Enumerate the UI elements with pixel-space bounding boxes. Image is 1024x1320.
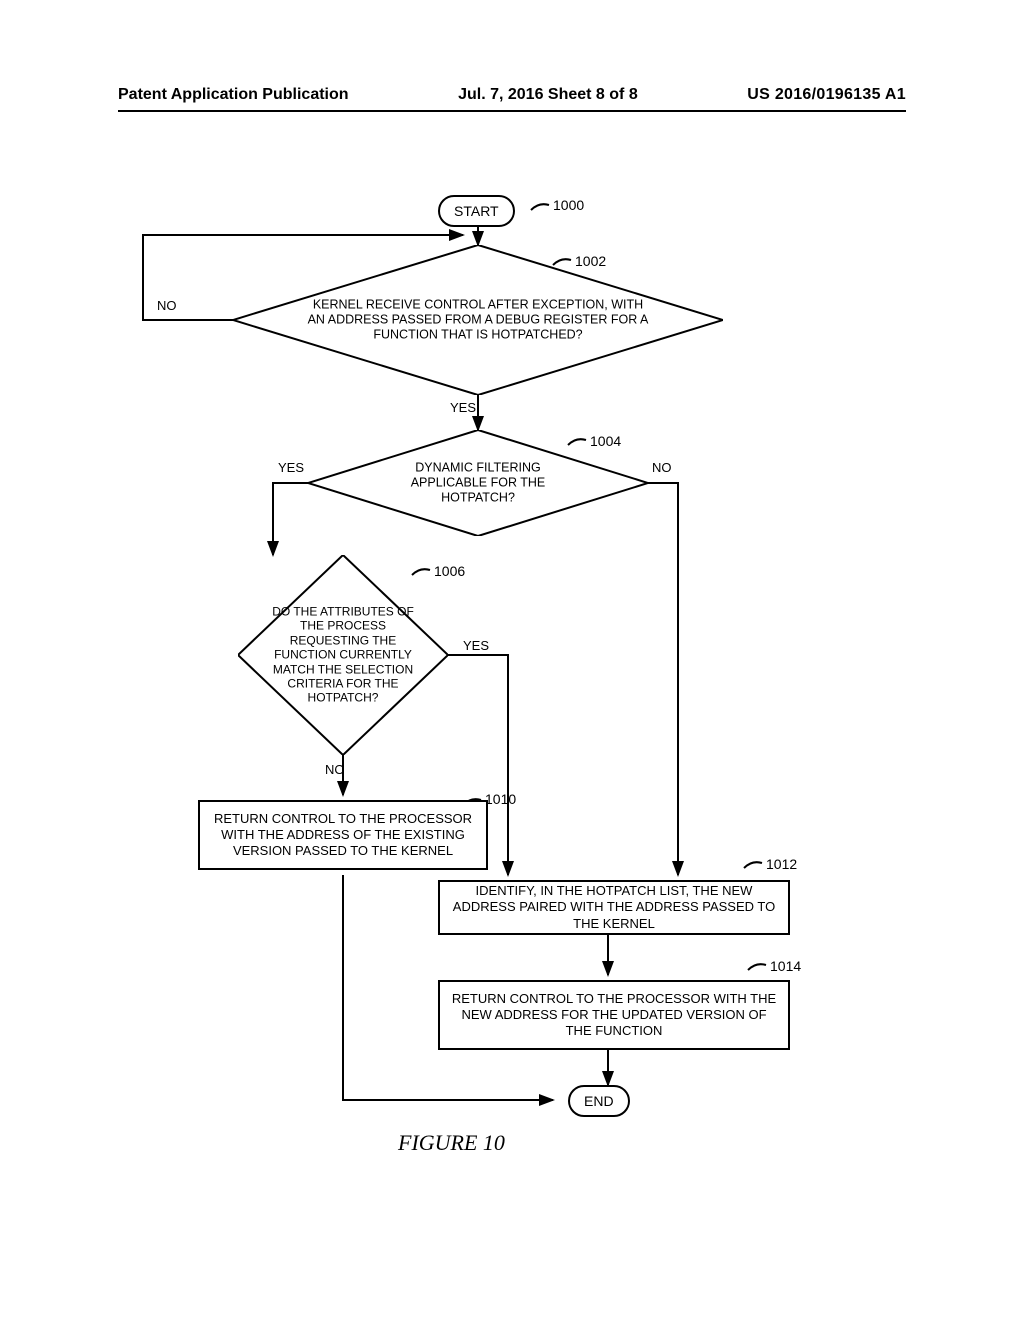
flowchart: START 1000 KERNEL RECEIVE CONTROL AFTER … (118, 180, 906, 1200)
branch-1002-no: NO (157, 298, 177, 313)
process-1014: RETURN CONTROL TO THE PROCESSOR WITH THE… (438, 980, 790, 1050)
decision-1002-text: KERNEL RECEIVE CONTROL AFTER EXCEPTION, … (307, 298, 650, 343)
header-left: Patent Application Publication (118, 86, 349, 104)
decision-1006-text: DO THE ATTRIBUTES OF THE PROCESS REQUEST… (261, 605, 425, 706)
ref-1004: 1004 (590, 433, 621, 449)
process-1010-text: RETURN CONTROL TO THE PROCESSOR WITH THE… (208, 811, 478, 860)
process-1014-text: RETURN CONTROL TO THE PROCESSOR WITH THE… (448, 991, 780, 1040)
process-1012: IDENTIFY, IN THE HOTPATCH LIST, THE NEW … (438, 880, 790, 935)
header-center: Jul. 7, 2016 Sheet 8 of 8 (458, 86, 638, 104)
process-1010: RETURN CONTROL TO THE PROCESSOR WITH THE… (198, 800, 488, 870)
ref-1010: 1010 (485, 791, 516, 807)
terminator-start: START (438, 195, 515, 227)
header-right: US 2016/0196135 A1 (747, 86, 906, 104)
branch-1004-yes: YES (278, 460, 304, 475)
branch-1006-no: NO (325, 762, 345, 777)
ref-1002: 1002 (575, 253, 606, 269)
process-1012-text: IDENTIFY, IN THE HOTPATCH LIST, THE NEW … (448, 883, 780, 932)
decision-1002: KERNEL RECEIVE CONTROL AFTER EXCEPTION, … (233, 245, 723, 395)
figure-caption: FIGURE 10 (398, 1130, 505, 1156)
terminator-end: END (568, 1085, 630, 1117)
ref-1006: 1006 (434, 563, 465, 579)
decision-1004-text: DYNAMIC FILTERING APPLICABLE FOR THE HOT… (376, 461, 580, 506)
branch-1004-no: NO (652, 460, 672, 475)
branch-1006-yes: YES (463, 638, 489, 653)
start-label: START (454, 203, 499, 220)
ref-1000: 1000 (553, 197, 584, 213)
decision-1006: DO THE ATTRIBUTES OF THE PROCESS REQUEST… (238, 555, 448, 755)
ref-1014: 1014 (770, 958, 801, 974)
page-header: Patent Application Publication Jul. 7, 2… (118, 86, 906, 104)
end-label: END (584, 1093, 614, 1110)
header-rule (118, 110, 906, 112)
ref-1012: 1012 (766, 856, 797, 872)
branch-1002-yes: YES (450, 400, 476, 415)
